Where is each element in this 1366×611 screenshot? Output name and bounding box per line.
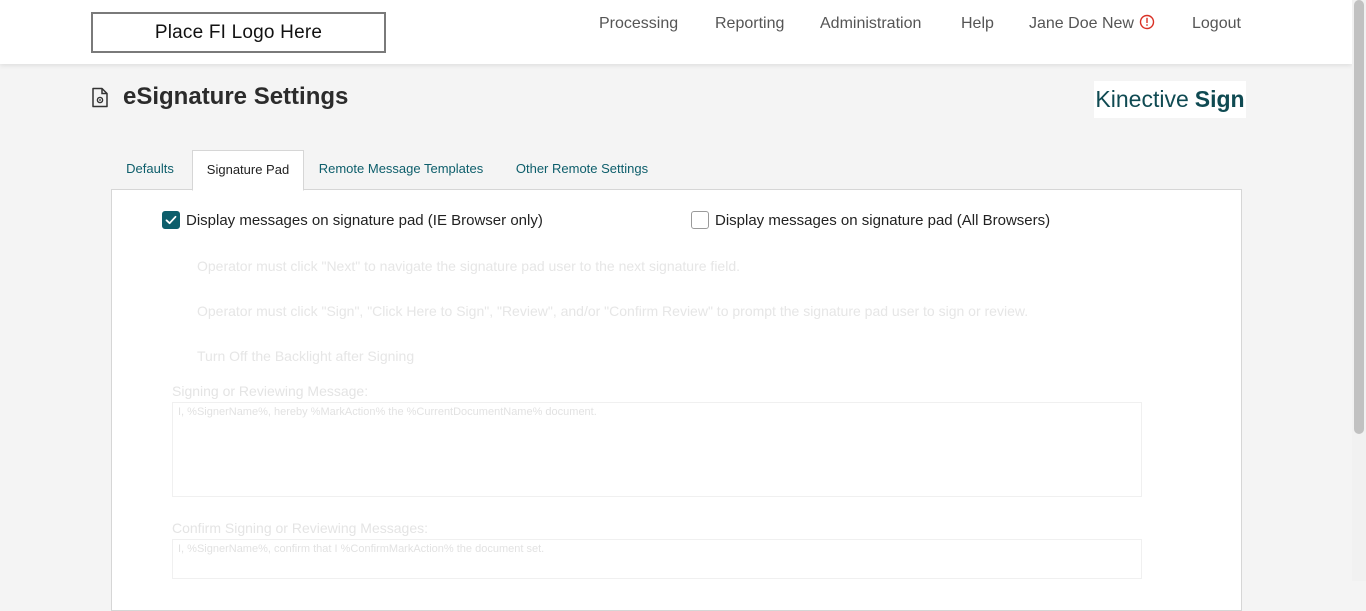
kinective-sign-logo: Kinective Sign (1094, 81, 1246, 118)
nav-reporting[interactable]: Reporting (715, 15, 784, 33)
signature-pad-panel: Display messages on signature pad (IE Br… (111, 189, 1242, 611)
user-name: Jane Doe New (1029, 14, 1134, 32)
disabled-option-backlight: Turn Off the Backlight after Signing (197, 348, 415, 364)
scrollbar-thumb[interactable] (1354, 0, 1364, 434)
nav-administration[interactable]: Administration (820, 15, 921, 33)
tab-remote-message-templates[interactable]: Remote Message Templates (308, 150, 494, 189)
nav-processing[interactable]: Processing (599, 15, 678, 33)
document-settings-icon (91, 87, 109, 113)
alert-circle-icon (1139, 14, 1155, 35)
brand-name-bold: Sign (1194, 86, 1245, 112)
brand-name-light: Kinective (1095, 86, 1189, 112)
nav-logout[interactable]: Logout (1192, 15, 1241, 33)
disabled-option-sign-prompt: Operator must click "Sign", "Click Here … (197, 303, 1029, 319)
signing-message-textarea: I, %SignerName%, hereby %MarkAction% the… (172, 402, 1142, 497)
option-ie-browser-label: Display messages on signature pad (IE Br… (186, 211, 543, 229)
checkbox-all-browsers[interactable] (691, 211, 709, 229)
checkbox-ie-browser[interactable] (162, 211, 180, 229)
page-title: eSignature Settings (123, 83, 349, 110)
confirm-message-label: Confirm Signing or Reviewing Messages: (172, 520, 428, 536)
tab-signature-pad[interactable]: Signature Pad (192, 150, 304, 191)
option-all-browsers[interactable]: Display messages on signature pad (All B… (691, 211, 1050, 229)
nav-help[interactable]: Help (961, 15, 994, 33)
option-all-browsers-label: Display messages on signature pad (All B… (715, 211, 1051, 229)
confirm-message-textarea: I, %SignerName%, confirm that I %Confirm… (172, 539, 1142, 579)
signing-message-label: Signing or Reviewing Message: (172, 383, 369, 399)
disabled-option-next: Operator must click "Next" to navigate t… (197, 258, 741, 274)
top-navigation-bar: Place FI Logo Here Processing Reporting … (0, 0, 1352, 64)
tab-defaults[interactable]: Defaults (112, 150, 188, 189)
tab-other-remote-settings[interactable]: Other Remote Settings (508, 150, 656, 189)
check-icon (165, 215, 177, 225)
vertical-scrollbar[interactable] (1352, 0, 1366, 581)
nav-user-menu[interactable]: Jane Doe New (1029, 14, 1155, 35)
option-ie-browser[interactable]: Display messages on signature pad (IE Br… (162, 211, 543, 229)
logo-placeholder: Place FI Logo Here (91, 12, 386, 53)
